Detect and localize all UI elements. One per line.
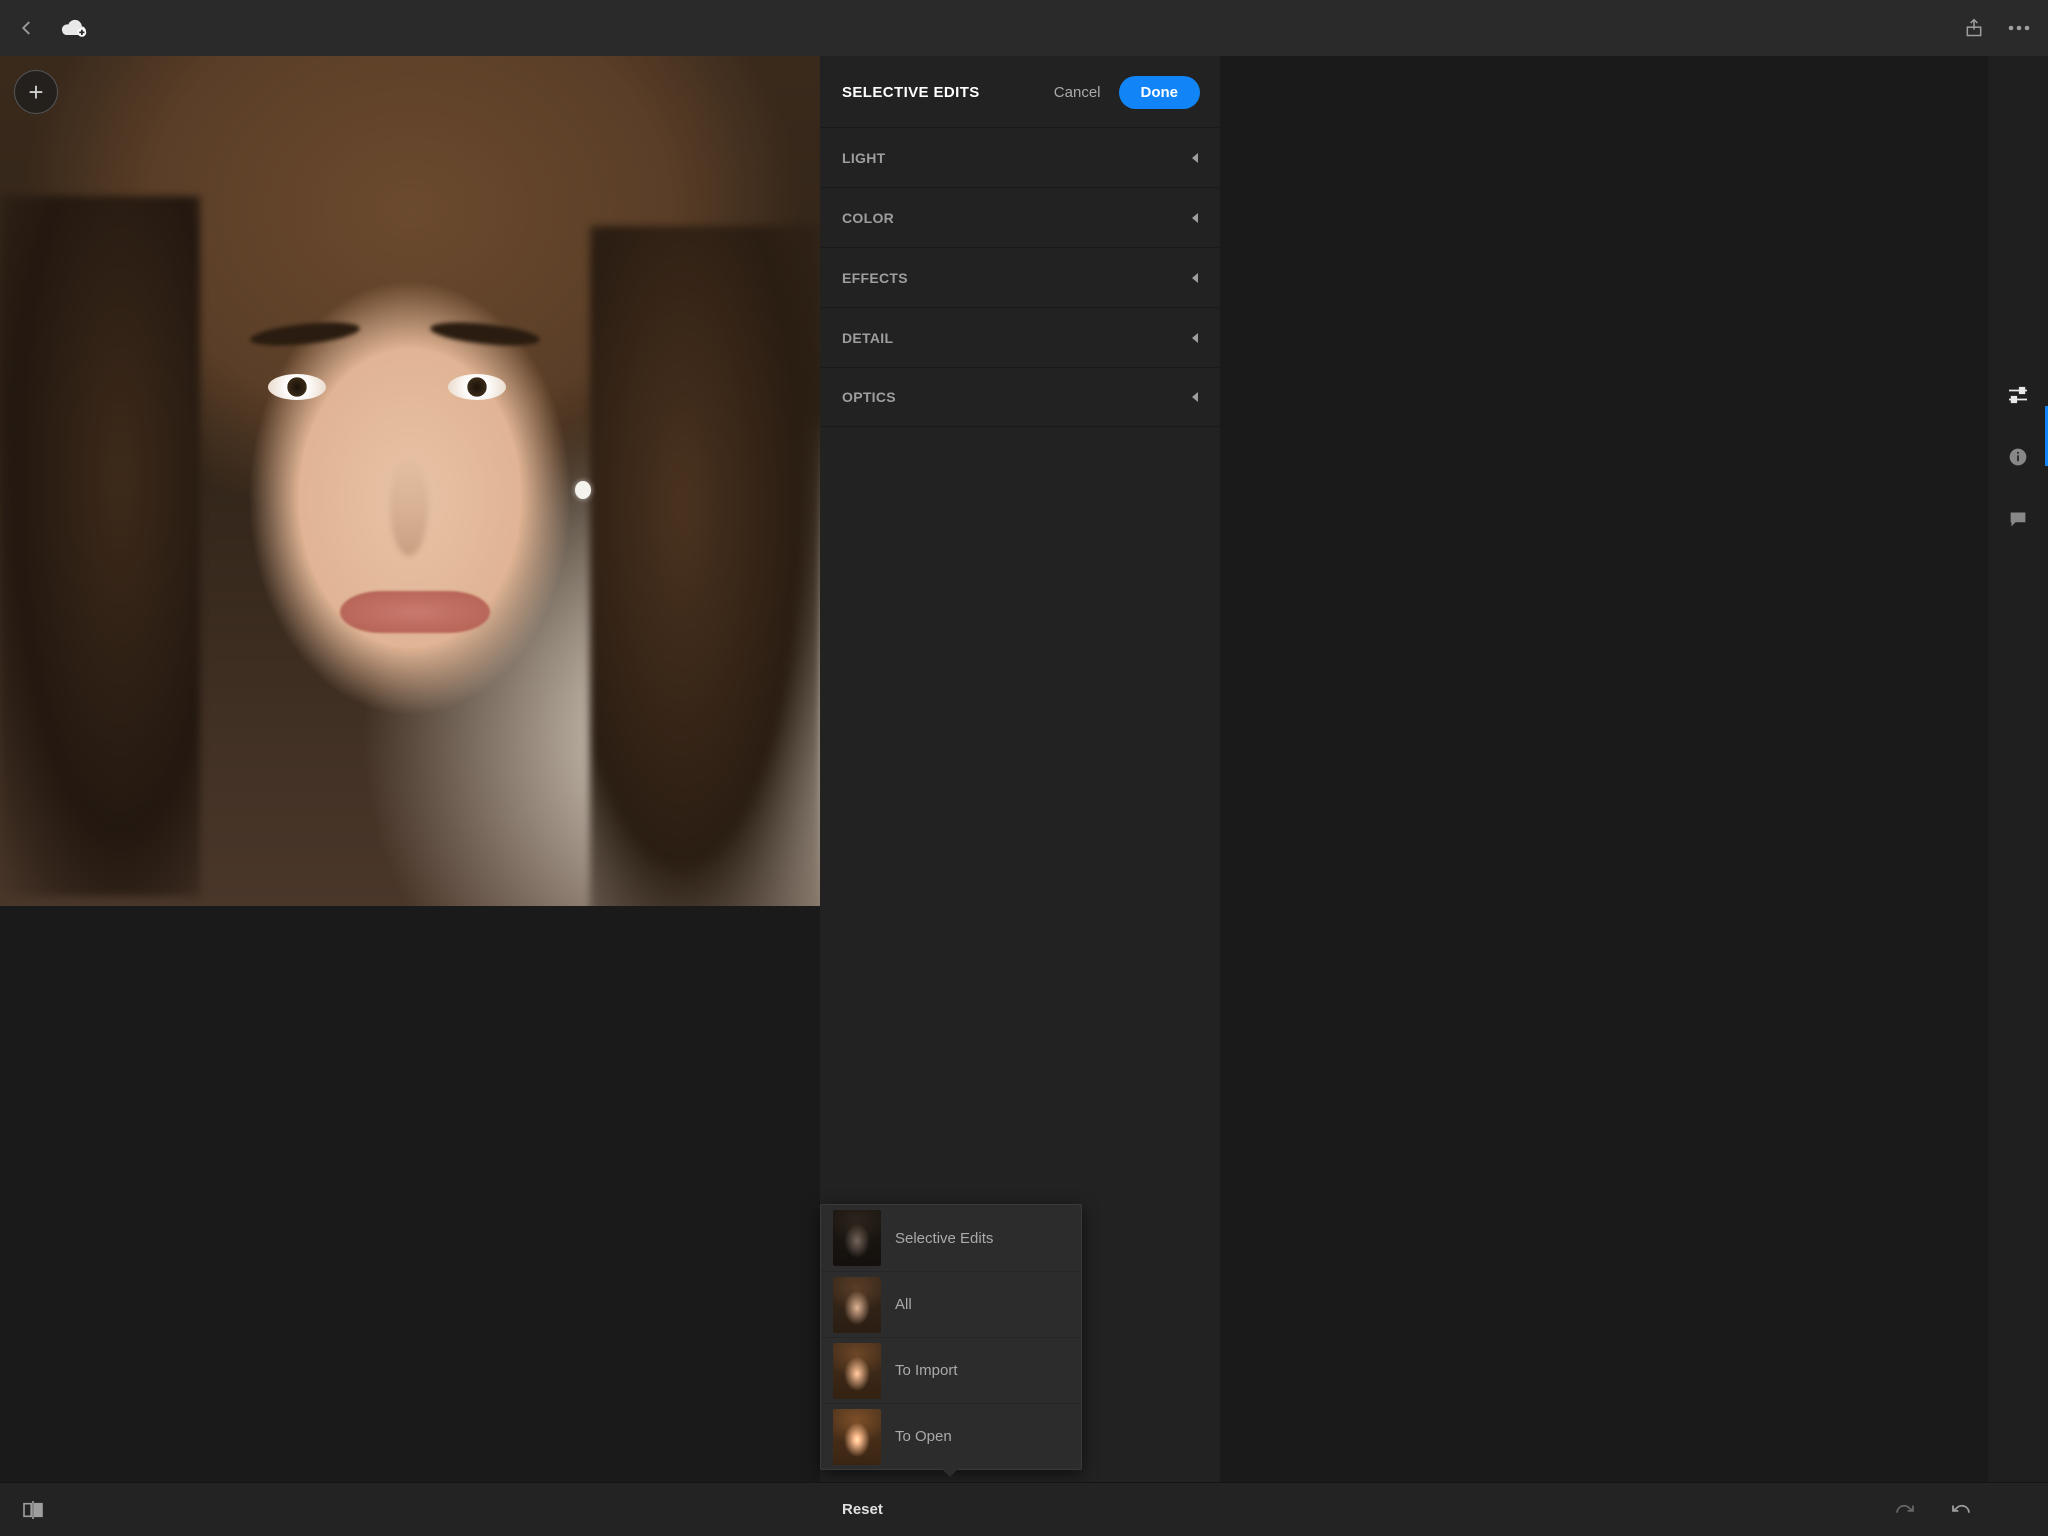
cancel-button[interactable]: Cancel bbox=[1054, 84, 1101, 101]
section-optics[interactable]: OPTICS bbox=[820, 367, 1220, 427]
section-label: EFFECTS bbox=[842, 270, 908, 286]
popup-item-label: To Open bbox=[895, 1428, 952, 1445]
plus-icon: + bbox=[28, 77, 43, 108]
panel-title: SELECTIVE EDITS bbox=[842, 84, 980, 101]
compare-icon[interactable] bbox=[22, 1501, 44, 1519]
popup-item-all[interactable]: All bbox=[821, 1271, 1081, 1337]
preset-thumb bbox=[833, 1343, 881, 1399]
bottom-toolbar: Reset bbox=[0, 1482, 2048, 1536]
panel-header: SELECTIVE EDITS Cancel Done bbox=[820, 56, 1220, 127]
popup-item-to-import[interactable]: To Import bbox=[821, 1337, 1081, 1403]
popup-item-label: All bbox=[895, 1296, 912, 1313]
section-detail[interactable]: DETAIL bbox=[820, 307, 1220, 367]
preset-thumb bbox=[833, 1210, 881, 1266]
top-toolbar bbox=[0, 0, 2048, 56]
popup-item-label: To Import bbox=[895, 1362, 958, 1379]
popup-arrow bbox=[941, 1468, 959, 1477]
popup-item-to-open[interactable]: To Open bbox=[821, 1403, 1081, 1469]
section-label: OPTICS bbox=[842, 389, 896, 405]
section-label: DETAIL bbox=[842, 330, 893, 346]
chevron-left-icon bbox=[1192, 213, 1198, 223]
chevron-left-icon bbox=[1192, 153, 1198, 163]
photo-preview bbox=[0, 56, 820, 906]
section-label: LIGHT bbox=[842, 150, 886, 166]
chevron-left-icon bbox=[1192, 392, 1198, 402]
done-button[interactable]: Done bbox=[1119, 76, 1201, 109]
add-selection-button[interactable]: + bbox=[14, 70, 58, 114]
right-rail bbox=[1988, 56, 2048, 1482]
image-canvas[interactable] bbox=[0, 56, 820, 906]
section-color[interactable]: COLOR bbox=[820, 187, 1220, 247]
share-icon[interactable] bbox=[1964, 18, 1984, 38]
redo-icon[interactable] bbox=[1894, 1502, 1916, 1518]
adjust-icon[interactable] bbox=[2007, 386, 2029, 409]
cloud-add-icon[interactable] bbox=[60, 18, 88, 38]
section-effects[interactable]: EFFECTS bbox=[820, 247, 1220, 307]
reset-popup-menu: Selective Edits All To Import To Open bbox=[820, 1204, 1082, 1470]
reset-button[interactable]: Reset bbox=[842, 1501, 883, 1518]
undo-icon[interactable] bbox=[1950, 1502, 1972, 1518]
chevron-left-icon bbox=[1192, 333, 1198, 343]
preset-thumb bbox=[833, 1277, 881, 1333]
popup-item-selective-edits[interactable]: Selective Edits bbox=[821, 1205, 1081, 1271]
back-icon[interactable] bbox=[18, 19, 36, 37]
section-label: COLOR bbox=[842, 210, 894, 226]
comment-icon[interactable] bbox=[2008, 510, 2028, 533]
preset-thumb bbox=[833, 1409, 881, 1465]
more-icon[interactable] bbox=[2008, 25, 2030, 31]
popup-item-label: Selective Edits bbox=[895, 1230, 993, 1247]
info-icon[interactable] bbox=[2008, 447, 2028, 472]
chevron-left-icon bbox=[1192, 273, 1198, 283]
section-light[interactable]: LIGHT bbox=[820, 127, 1220, 187]
